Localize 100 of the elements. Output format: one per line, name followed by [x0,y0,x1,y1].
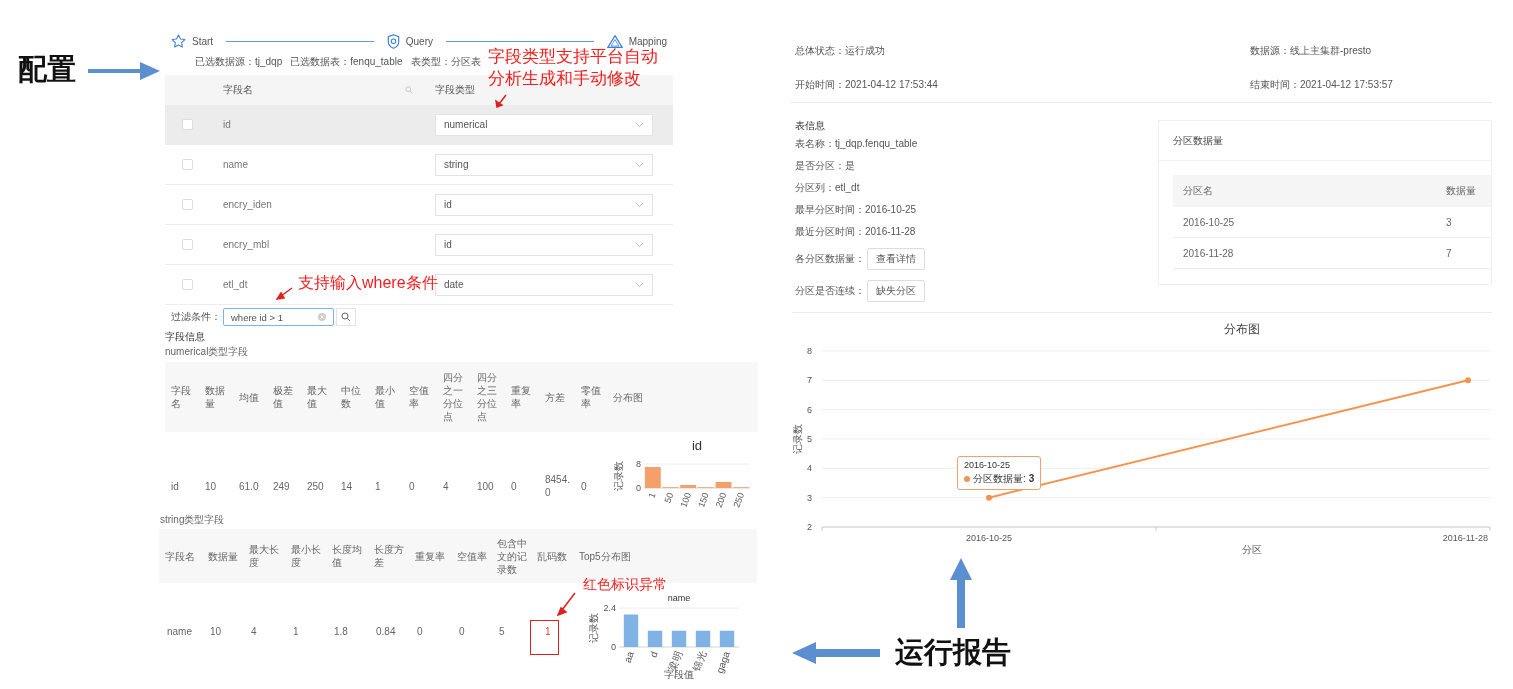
axis-label: 8 [807,346,812,356]
axis-label: 7 [807,375,812,386]
table-cell-text: 2016-11-28 [1182,247,1235,259]
column-header: 最大值 [306,384,328,410]
shield-icon [386,33,400,49]
column-header: 乱码数 [536,549,568,563]
column-header: 方差 [544,390,566,404]
clear-icon[interactable] [318,313,326,321]
type-select[interactable]: numerical [435,113,653,136]
arrow-icon [495,94,507,108]
column-header: 均值 [238,390,260,404]
info-text: 分区列：etl_dt [795,181,860,195]
table-cell-text: id [170,479,180,493]
table-cell-text: 4 [442,479,450,493]
status-text: 结束时间：2021-04-12 17:53:57 [1250,78,1394,92]
column-header: 重复率 [510,384,532,410]
step-label[interactable]: Query [405,35,433,47]
column-header: 四分之三分位点 [476,371,498,423]
bar [671,630,687,647]
column-header: 字段类型 [434,83,476,97]
chevron-down-icon [635,121,644,128]
axis-title: 记录数 [612,461,624,491]
bar [695,630,711,647]
section-title: 表信息 [795,119,826,133]
table-cell-text: 1 [292,626,300,637]
column-header: 分区名 [1182,184,1214,198]
table-cell-text: 0.84 [375,626,397,637]
axis-label: d [647,649,660,659]
axis-label: 5 [807,434,812,444]
table-cell-text: 100 [476,479,495,493]
column-header: 四分之一分位点 [442,371,464,423]
tooltip-title: 2016-10-25 [964,459,1012,470]
chevron-down-icon [635,201,644,208]
section-subtitle: string类型字段 [159,513,226,527]
slide-title: 配置 [18,52,76,87]
table-cell-text: 1 [374,479,382,493]
highlight-box [530,620,559,655]
detail-button[interactable]: 查看详情 [867,248,925,270]
column-header: 最小值 [374,384,396,410]
checkbox[interactable] [182,279,193,290]
axis-label: 3 [807,492,812,503]
info-text: 最近分区时间：2016-11-28 [795,225,916,239]
column-header: 最大长度 [248,543,280,569]
data-point [986,494,992,501]
step-label[interactable]: Start [192,35,214,47]
checkbox[interactable] [182,159,193,170]
column-header: 数据量 [1445,184,1477,198]
table-cell-text: 1.8 [333,626,349,637]
column-header: 包含中文的记录数 [496,536,528,576]
arrow-icon [557,592,576,616]
axis-label: 2 [807,522,812,532]
star-icon [171,34,186,48]
column-header: 数据量 [207,549,239,563]
checkbox[interactable] [182,239,193,250]
arrow-left-icon [792,641,880,665]
axis-label: aa [621,649,636,665]
field-name: name [223,159,248,170]
bar [719,630,735,647]
type-select[interactable]: id [435,233,653,256]
table-cell-text: 7 [1445,247,1453,259]
column-header: 极差值 [272,384,294,410]
info-text: 最早分区时间：2016-10-25 [795,203,917,217]
axis-label: 4 [807,463,812,474]
status-text: 开始时间：2021-04-12 17:53:44 [795,78,939,92]
table-cell-text: 4 [250,626,258,637]
info-label: 各分区数据量： [795,252,865,266]
table-cell-text: 61.0 [238,479,260,493]
card-title: 分区数据量 [1159,121,1491,161]
bar [623,614,639,647]
axis-label: 2.4 [603,603,616,613]
arrow-icon [276,287,293,300]
search-icon[interactable] [405,86,413,94]
type-select[interactable]: string [435,153,653,176]
checkbox[interactable] [182,199,193,210]
column-header: 字段名 [170,384,192,410]
info-text: 表类型：分区表 [410,55,481,69]
table-cell-text: 14 [340,479,354,493]
table-cell-text: 249 [272,479,291,493]
column-header: 零值率 [580,384,602,410]
axis-title: 记录数 [792,424,803,454]
step-label[interactable]: Mapping [628,35,667,47]
detail-button[interactable]: 缺失分区 [867,280,925,302]
table-cell-text: 5 [498,626,506,637]
table-cell-text: 8454.0 [544,473,572,499]
table-cell-text: 2016-10-25 [1182,216,1236,228]
type-select[interactable]: id [435,193,653,216]
table-cell-text: 0 [580,479,588,493]
callout-text: 支持输入where条件 [298,273,438,293]
axis-title: 记录数 [588,612,599,643]
info-text: 已选数据表：fenqu_table [290,55,403,69]
checkbox[interactable] [182,119,193,130]
search-button[interactable] [336,308,356,326]
table-cell-text: 10 [209,626,223,637]
filter-field[interactable]: where id > 1 [223,308,334,326]
chart-title: 分布图 [1224,322,1260,336]
slide-title: 运行报告 [895,635,1011,670]
axis-label: 8 [635,459,641,469]
callout-text: 字段类型支持平台自动分析生成和手动修改 [488,47,659,90]
axis-label: 200 [713,491,728,509]
axis-label: 2016-10-25 [966,533,1012,543]
